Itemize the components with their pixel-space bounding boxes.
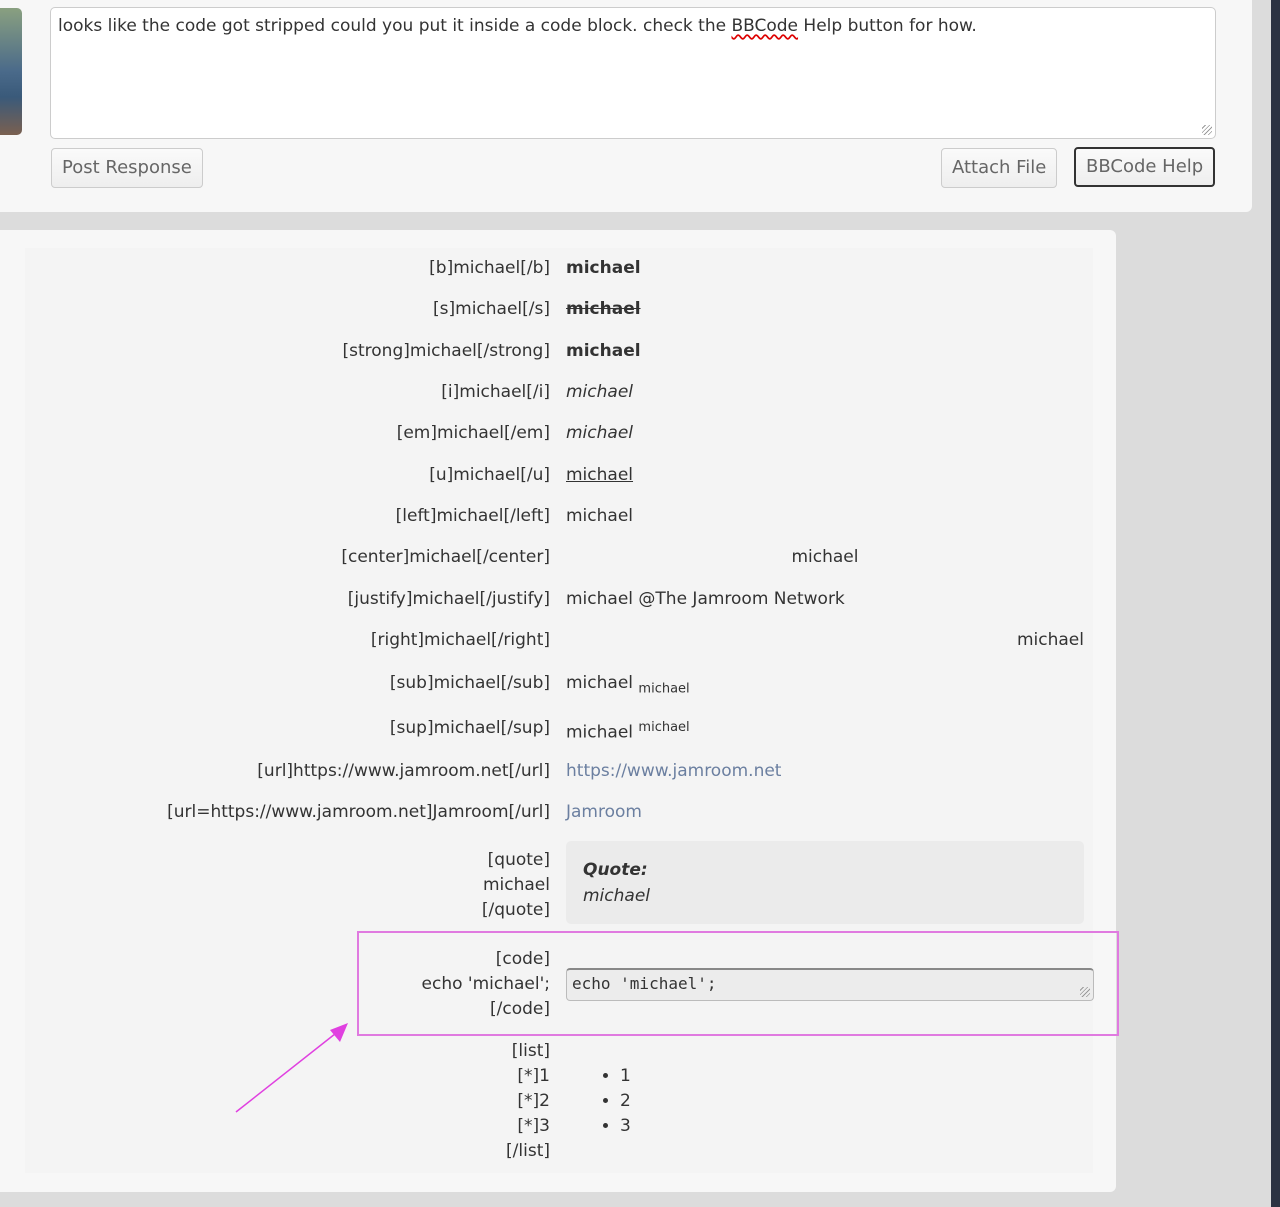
list-code: [list] [*]1 [*]2 [*]3 [/list] [0,1039,550,1164]
code-line: [code] [495,949,550,969]
bbcode-syntax: [u]michael[/u] [429,465,550,485]
bbcode-syntax: [right]michael[/right] [370,630,550,650]
rendered-result: michael @The Jamroom Network [566,584,845,614]
result-text: michael [566,423,634,443]
bbcode-syntax: [sup]michael[/sup] [389,718,550,738]
code-line: [/code] [490,999,550,1019]
code-line: [/list] [506,1141,550,1161]
result-text: https://www.jamroom.net [566,761,782,781]
table-row: [s]michael[/s] michael [0,294,1100,324]
reply-panel: looks like the code got stripped could y… [0,0,1252,212]
result-text: Jamroom [566,802,642,822]
bbcode-syntax: [i]michael[/i] [441,382,550,402]
table-row: [u]michael[/u] michael [0,460,1100,490]
code-line: [*]2 [517,1091,550,1111]
quote-body: michael [583,886,651,906]
reply-text: looks like the code got stripped could y… [58,16,732,36]
rendered-result: michael [566,501,633,531]
rendered-result: michael michael [566,713,690,748]
table-row: [justify]michael[/justify] michael @The J… [0,584,1100,614]
result-text: michael [566,382,634,402]
rendered-result[interactable]: https://www.jamroom.net [566,756,781,786]
bbcode-syntax: [center]michael[/center] [341,547,550,567]
result-text: michael [566,673,634,693]
bbcode-syntax: [s]michael[/s] [433,299,550,319]
bbcode-syntax: [em]michael[/em] [396,423,550,443]
result-text: michael [566,299,641,319]
table-row: [url=https://www.jamroom.net]Jamroom[/ur… [0,797,1100,827]
code-output: echo 'michael'; [572,974,717,993]
table-row: [sub]michael[/sub] michael michael [0,668,1100,698]
reply-text-end: Help button for how. [798,16,977,36]
table-row: [url]https://www.jamroom.net[/url] https:… [0,756,1100,786]
table-row: [left]michael[/left] michael [0,501,1100,531]
result-text: michael [791,547,859,567]
list-item: 2 [620,1089,631,1114]
rendered-list: 1 2 3 [620,1064,631,1139]
rendered-result: michael [566,336,641,366]
result-text: michael @The Jamroom Network [566,589,845,609]
post-response-button[interactable]: Post Response [51,148,203,188]
reply-textarea[interactable]: looks like the code got stripped could y… [50,7,1216,139]
code-block[interactable]: echo 'michael'; [566,968,1094,1001]
list-item: 3 [620,1114,631,1139]
result-text: michael [1016,630,1084,650]
window-edge [1271,0,1280,1207]
misspelled-word: BBCode [731,16,799,36]
code-line: [*]3 [517,1116,550,1136]
table-row: [em]michael[/em] michael [0,418,1100,448]
rendered-result[interactable]: Jamroom [566,797,642,827]
attach-file-button[interactable]: Attach File [941,148,1058,188]
rendered-result: michael [566,377,633,407]
rendered-result: michael [566,625,1084,655]
avatar [0,8,22,135]
code-line: [quote] [487,850,550,870]
result-text: michael [566,722,634,743]
list-item: 1 [620,1064,631,1089]
table-row: [sup]michael[/sup] michael michael [0,713,1100,743]
sup-text: michael [638,720,690,735]
quote-block: Quote: michael [566,841,1084,924]
resize-grip-icon[interactable] [1080,987,1090,997]
code-line: echo 'michael'; [421,974,550,994]
code-line: michael [482,875,550,895]
resize-grip-icon[interactable] [1202,125,1212,135]
rendered-result: michael [566,253,641,283]
bbcode-syntax: [left]michael[/left] [395,506,550,526]
rendered-result: michael [566,460,633,490]
table-row: [i]michael[/i] michael [0,377,1100,407]
result-text: michael [566,258,641,278]
rendered-result: michael michael [566,668,690,704]
rendered-result: michael [566,418,633,448]
table-row: [center]michael[/center] michael [0,542,1100,572]
result-text: michael [566,341,641,361]
quote-label: Quote: [583,860,648,880]
code-line: [*]1 [517,1066,550,1086]
bbcode-syntax: [url=https://www.jamroom.net]Jamroom[/ur… [167,802,550,822]
rendered-result: michael [566,294,641,324]
table-row: [right]michael[/right] michael [0,625,1100,655]
table-row: [strong]michael[/strong] michael [0,336,1100,366]
rendered-result: michael [566,542,1084,572]
bbcode-syntax: [sub]michael[/sub] [389,673,550,693]
bbcode-syntax: [url]https://www.jamroom.net[/url] [257,761,550,781]
sub-text: michael [638,681,690,697]
code-line: [list] [511,1041,550,1061]
table-row: [b]michael[/b] michael [0,253,1100,283]
bbcode-syntax: [b]michael[/b] [429,258,550,278]
bbcode-syntax: [strong]michael[/strong] [342,341,550,361]
quote-code: [quote] michael [/quote] [0,848,550,923]
code-code: [code] echo 'michael'; [/code] [0,947,550,1022]
bbcode-help-button[interactable]: BBCode Help [1074,147,1216,187]
result-text: michael [566,506,634,526]
bbcode-syntax: [justify]michael[/justify] [347,589,550,609]
code-line: [/quote] [481,900,550,920]
result-text: michael [566,465,634,485]
